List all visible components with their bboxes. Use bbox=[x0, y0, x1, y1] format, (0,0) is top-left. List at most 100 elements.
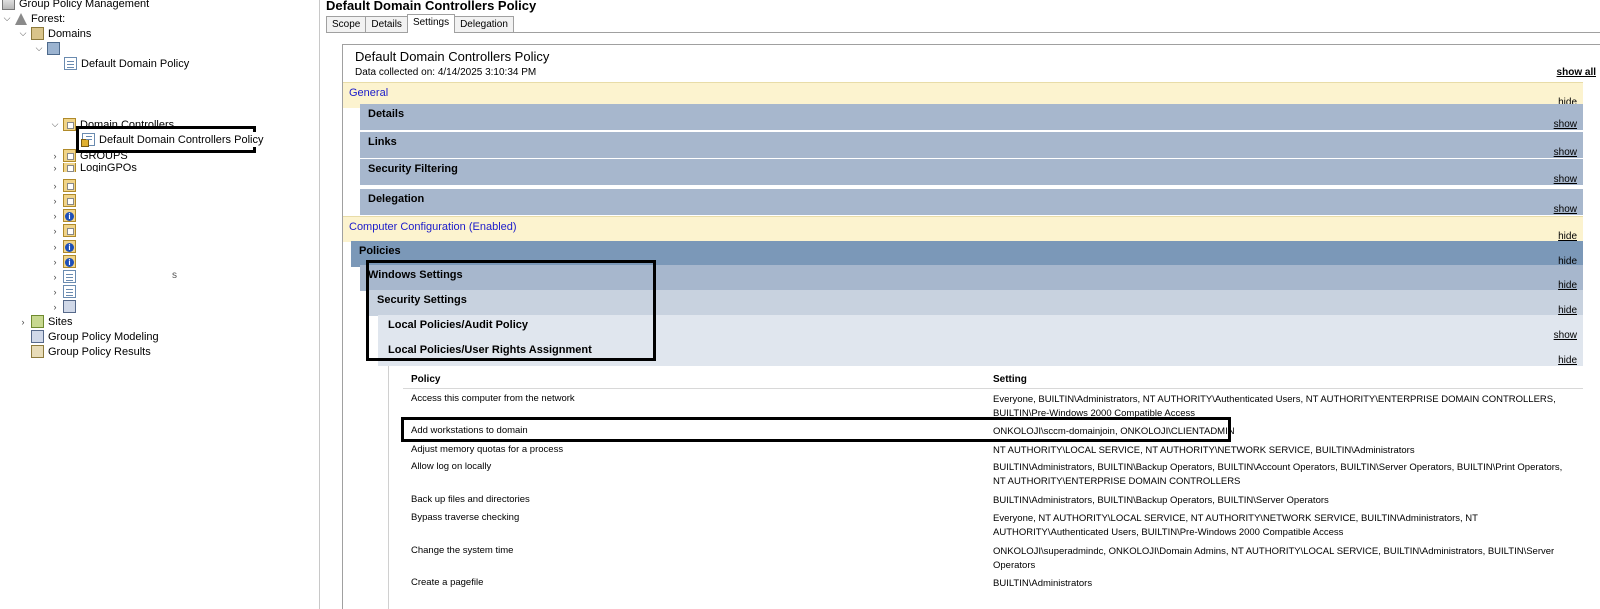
section-label: Computer Configuration (Enabled) bbox=[349, 221, 517, 233]
gpo-container-icon bbox=[63, 270, 76, 283]
results-icon bbox=[31, 345, 44, 358]
tree-label-results: Group Policy Results bbox=[48, 345, 151, 358]
show-link[interactable]: show bbox=[1554, 147, 1577, 158]
tree-node-results[interactable]: Group Policy Results bbox=[31, 344, 151, 359]
chevron-right-icon[interactable]: › bbox=[50, 226, 60, 236]
ou-icon bbox=[63, 118, 76, 131]
tree-node-default-domain-policy[interactable]: Default Domain Policy bbox=[64, 56, 189, 71]
section-label: Delegation bbox=[368, 193, 425, 205]
tree-node-forest[interactable]: ⌵ Forest: bbox=[2, 11, 65, 26]
tree-node-ou[interactable]: › bbox=[50, 178, 80, 193]
tab-delegation[interactable]: Delegation bbox=[454, 16, 514, 33]
policy-name: Change the system time bbox=[411, 545, 514, 556]
tree-node-domain[interactable]: ⌵ bbox=[34, 41, 64, 56]
policy-name: Create a pagefile bbox=[411, 577, 484, 588]
group-policy-management-icon bbox=[2, 0, 15, 10]
policy-setting: NT AUTHORITY\LOCAL SERVICE, NT AUTHORITY… bbox=[993, 445, 1415, 456]
chevron-right-icon[interactable]: › bbox=[50, 211, 60, 221]
policy-name: Adjust memory quotas for a process bbox=[411, 444, 564, 455]
column-header-setting: Setting bbox=[993, 374, 1027, 385]
tree-node-wmi-filters[interactable]: › bbox=[50, 284, 80, 299]
table-left-rule bbox=[388, 366, 389, 609]
chevron-right-icon[interactable]: › bbox=[50, 272, 60, 282]
chevron-right-icon[interactable]: › bbox=[50, 257, 60, 267]
report-title: Default Domain Controllers Policy bbox=[355, 49, 550, 64]
policy-name: Bypass traverse checking bbox=[411, 512, 520, 523]
tree-node-ou[interactable]: › bbox=[50, 193, 80, 208]
policy-name: Access this computer from the network bbox=[411, 393, 575, 404]
section-label: Security Filtering bbox=[368, 163, 458, 175]
section-label: Details bbox=[368, 108, 405, 120]
domain-icon bbox=[47, 42, 60, 55]
policy-name: Back up files and directories bbox=[411, 494, 530, 505]
chevron-right-icon[interactable]: › bbox=[50, 151, 60, 161]
sites-icon bbox=[31, 315, 44, 328]
tree-label-default-domain-policy: Default Domain Policy bbox=[81, 57, 190, 70]
tree-node-gpm[interactable]: Group Policy Management bbox=[2, 0, 149, 11]
show-link[interactable]: show bbox=[1554, 174, 1577, 185]
ou-icon bbox=[63, 179, 76, 192]
ou-icon bbox=[63, 163, 76, 172]
gpo-link-icon bbox=[64, 57, 77, 70]
chevron-down-icon[interactable]: ⌵ bbox=[18, 28, 28, 39]
modeling-icon bbox=[31, 330, 44, 343]
chevron-right-icon[interactable]: › bbox=[18, 317, 28, 327]
tree-label-default-dc-policy: Default Domain Controllers Policy bbox=[99, 133, 264, 146]
section-label: Policies bbox=[359, 245, 401, 257]
wmi-filter-icon bbox=[63, 285, 76, 298]
gpo-link-icon bbox=[81, 133, 95, 147]
tree-node-logon-gpos[interactable]: › LoginGPOs bbox=[50, 163, 137, 172]
tree-node-ou[interactable]: › bbox=[50, 254, 80, 269]
chevron-right-icon[interactable]: › bbox=[50, 302, 60, 312]
tree-label-domains: Domains bbox=[48, 27, 92, 40]
show-link[interactable]: show bbox=[1554, 119, 1577, 130]
policy-setting: ONKOLOJI\superadmindc, ONKOLOJI\Domain A… bbox=[993, 546, 1555, 571]
tree-node-ou[interactable]: › bbox=[50, 208, 80, 223]
hide-link[interactable]: hide bbox=[1558, 355, 1577, 366]
chevron-right-icon[interactable]: › bbox=[50, 287, 60, 297]
tree-node-ou[interactable]: › bbox=[50, 223, 80, 238]
chevron-right-icon[interactable]: › bbox=[50, 242, 60, 252]
tree-stray-label: s bbox=[172, 270, 177, 281]
tree-node-starter-gpos[interactable]: › bbox=[50, 299, 80, 314]
starter-gpo-icon bbox=[63, 300, 76, 313]
policy-setting: Everyone, NT AUTHORITY\LOCAL SERVICE, NT… bbox=[993, 513, 1478, 538]
section-links: Links show bbox=[360, 132, 1583, 158]
tab-settings[interactable]: Settings bbox=[406, 14, 456, 33]
section-delegation: Delegation show bbox=[360, 189, 1583, 215]
tree-label-gpm: Group Policy Management bbox=[19, 0, 150, 10]
ou-icon bbox=[63, 224, 76, 237]
tab-details[interactable]: Details bbox=[365, 16, 408, 33]
tree-node-default-dc-policy[interactable]: Default Domain Controllers Policy bbox=[81, 132, 264, 147]
policy-setting: BUILTIN\Administrators bbox=[993, 578, 1093, 589]
tree-node-sites[interactable]: › Sites bbox=[18, 314, 72, 329]
tree-node-gpo-container[interactable]: › bbox=[50, 269, 80, 284]
domains-icon bbox=[31, 27, 44, 40]
forest-icon bbox=[15, 12, 27, 25]
chevron-down-icon[interactable]: ⌵ bbox=[34, 43, 44, 54]
policy-name: Allow log on locally bbox=[411, 461, 492, 472]
policy-setting: BUILTIN\Administrators, BUILTIN\Backup O… bbox=[993, 495, 1329, 506]
highlight-box bbox=[366, 260, 656, 361]
tab-scope[interactable]: Scope bbox=[326, 16, 367, 33]
show-link[interactable]: show bbox=[1554, 204, 1577, 215]
show-all-link[interactable]: show all bbox=[1557, 67, 1596, 78]
report-date: Data collected on: 4/14/2025 3:10:34 PM bbox=[355, 67, 537, 78]
tree-node-domains[interactable]: ⌵ Domains bbox=[18, 26, 91, 41]
chevron-right-icon[interactable]: › bbox=[50, 163, 60, 172]
policy-setting: BUILTIN\Administrators, BUILTIN\Backup O… bbox=[993, 462, 1563, 487]
tree-node-groups[interactable]: › GROUPS bbox=[50, 148, 128, 163]
tree-label-logon-gpos: LoginGPOs bbox=[80, 163, 137, 172]
ou-icon bbox=[63, 194, 76, 207]
tree-node-modeling[interactable]: Group Policy Modeling bbox=[31, 329, 159, 344]
chevron-down-icon[interactable]: ⌵ bbox=[2, 13, 12, 24]
tree-label-sites: Sites bbox=[48, 315, 73, 328]
tree-label-modeling: Group Policy Modeling bbox=[48, 330, 159, 343]
tree-node-ou[interactable]: › bbox=[50, 239, 80, 254]
chevron-right-icon[interactable]: › bbox=[50, 181, 60, 191]
chevron-down-icon[interactable]: ⌵ bbox=[50, 119, 60, 130]
chevron-right-icon[interactable]: › bbox=[50, 196, 60, 206]
details-pane: Default Domain Controllers Policy Scope … bbox=[326, 0, 1600, 609]
column-header-policy: Policy bbox=[411, 374, 441, 385]
settings-report: Default Domain Controllers Policy Data c… bbox=[342, 44, 1600, 609]
